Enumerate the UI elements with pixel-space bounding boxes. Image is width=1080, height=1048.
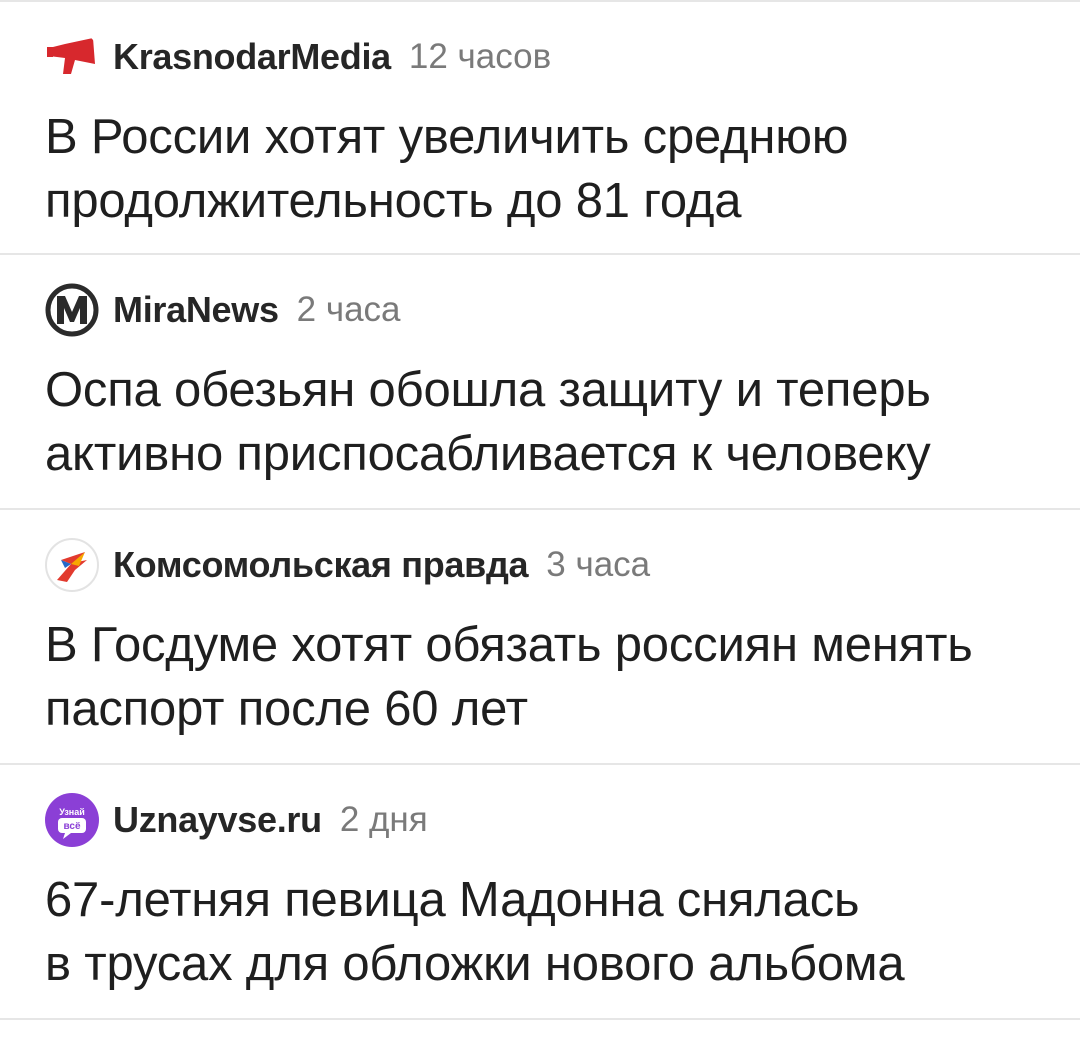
news-item[interactable]: Узнай всё Uznayvse.ru 2 дня 67-летняя пе… bbox=[0, 765, 1080, 1020]
letter-m-icon bbox=[45, 283, 99, 337]
headline[interactable]: 67-летняя певица Мадонна снялась в труса… bbox=[45, 868, 1045, 996]
headline-line: паспорт после 60 лет bbox=[45, 682, 528, 736]
source-row[interactable]: KrasnodarMedia 12 часов bbox=[45, 30, 551, 84]
news-item[interactable]: KrasnodarMedia 12 часов В России хотят у… bbox=[0, 0, 1080, 255]
headline-line: В России хотят увеличить среднюю bbox=[45, 110, 849, 164]
news-item[interactable]: MiraNews 2 часа Оспа обезьян обошла защи… bbox=[0, 255, 1080, 510]
timestamp: 3 часа bbox=[546, 545, 651, 584]
news-item[interactable]: Комсомольская правда 3 часа В Госдуме хо… bbox=[0, 510, 1080, 765]
headline[interactable]: В Госдуме хотят обязать россиян менять п… bbox=[45, 613, 1045, 741]
source-name[interactable]: MiraNews bbox=[113, 289, 279, 331]
source-row[interactable]: Комсомольская правда 3 часа bbox=[45, 538, 650, 592]
speech-bubble-icon: Узнай всё bbox=[45, 793, 99, 847]
headline-line: продолжительность до 81 года bbox=[45, 174, 742, 228]
source-row[interactable]: Узнай всё Uznayvse.ru 2 дня bbox=[45, 793, 428, 847]
source-row[interactable]: MiraNews 2 часа bbox=[45, 283, 401, 337]
headline[interactable]: Оспа обезьян обошла защиту и теперь акти… bbox=[45, 358, 1045, 486]
logo-text: всё bbox=[63, 821, 80, 832]
swallow-bird-icon bbox=[45, 538, 99, 592]
headline-line: в трусах для обложки нового альбома bbox=[45, 937, 905, 991]
source-name[interactable]: Uznayvse.ru bbox=[113, 799, 322, 841]
news-feed: KrasnodarMedia 12 часов В России хотят у… bbox=[0, 0, 1080, 1048]
headline-line: Оспа обезьян обошла защиту и теперь bbox=[45, 363, 931, 417]
headline-line: В Госдуме хотят обязать россиян менять bbox=[45, 618, 973, 672]
timestamp: 2 дня bbox=[339, 800, 428, 839]
red-megaphone-icon bbox=[45, 30, 99, 84]
logo-text: Узнай bbox=[59, 807, 85, 817]
source-name[interactable]: Комсомольская правда bbox=[113, 544, 529, 586]
timestamp: 2 часа bbox=[296, 290, 401, 329]
headline-line: 67-летняя певица Мадонна снялась bbox=[45, 873, 860, 927]
source-name[interactable]: KrasnodarMedia bbox=[113, 36, 391, 78]
timestamp: 12 часов bbox=[408, 37, 552, 76]
headline-line: активно приспосабливается к человеку bbox=[45, 427, 931, 481]
headline[interactable]: В России хотят увеличить среднюю продолж… bbox=[45, 105, 1045, 233]
